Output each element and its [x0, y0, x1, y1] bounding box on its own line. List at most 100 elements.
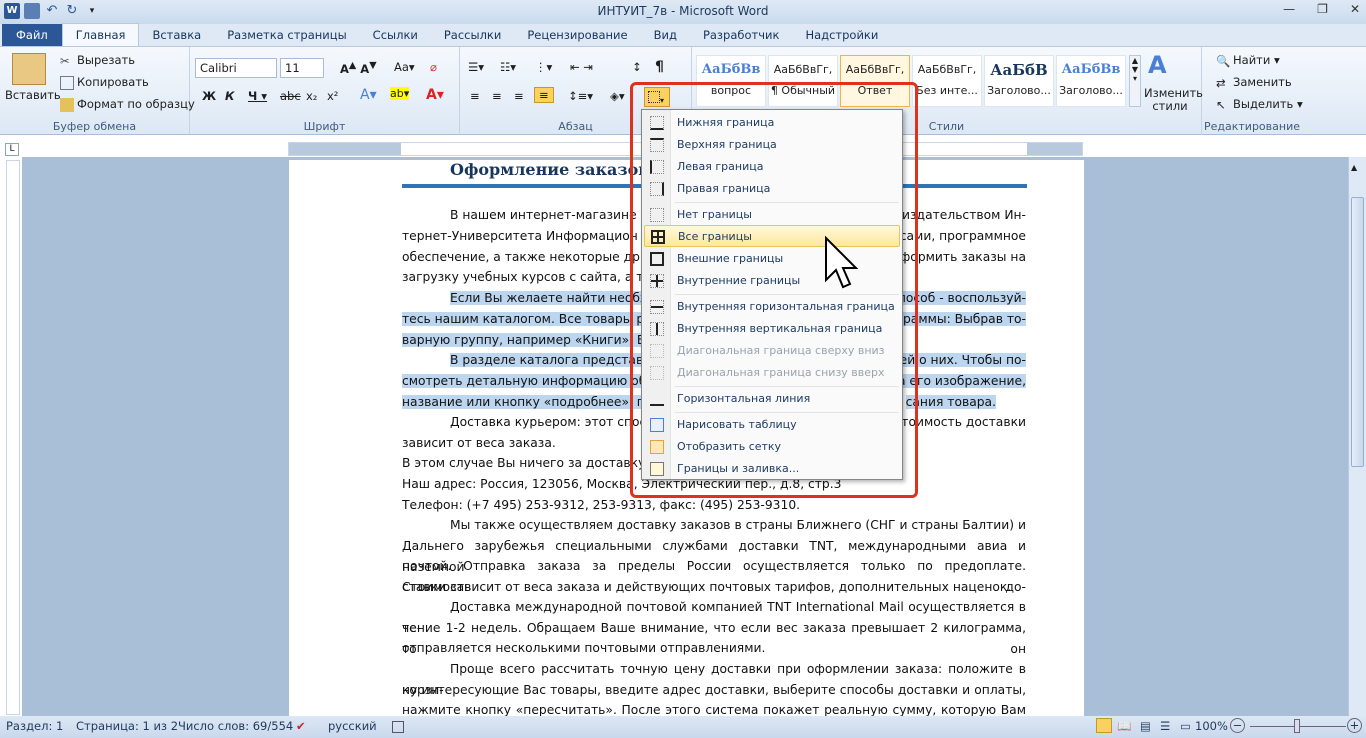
- style-preview: АаБбВвГг,: [773, 63, 833, 76]
- line-spacing-icon[interactable]: ↕≡▾: [568, 89, 593, 103]
- copy-button[interactable]: Копировать: [60, 75, 149, 90]
- numbering-icon[interactable]: ☷▾: [500, 60, 516, 74]
- text-fragment: сами, программное: [899, 229, 1026, 243]
- change-styles-icon[interactable]: A: [1148, 51, 1167, 79]
- paste-icon[interactable]: [12, 53, 46, 85]
- zoom-out-icon[interactable]: −: [1230, 718, 1245, 733]
- restore-icon[interactable]: ❐: [1317, 2, 1328, 16]
- multilevel-list-icon[interactable]: ⋮▾: [535, 60, 552, 74]
- indent-icon[interactable]: ⇤ ⇥: [570, 60, 593, 74]
- bold-icon[interactable]: Ж: [202, 89, 216, 103]
- change-styles-button[interactable]: Изменить стили: [1144, 87, 1203, 113]
- vertical-ruler[interactable]: [6, 160, 20, 715]
- style-name: Без инте...: [916, 84, 978, 97]
- text-effects-icon[interactable]: A▾: [360, 87, 377, 103]
- proofing-icon[interactable]: ✔: [296, 719, 306, 733]
- scroll-up-icon[interactable]: ▲: [1351, 163, 1357, 172]
- style-tile[interactable]: АаБбВвГг, Без инте...: [912, 55, 982, 107]
- page-indicator[interactable]: Страница: 1 из 2: [76, 719, 178, 733]
- language-indicator[interactable]: русский: [328, 719, 377, 733]
- tab-file[interactable]: Файл: [2, 24, 62, 46]
- subscript-icon[interactable]: x₂: [306, 89, 317, 103]
- minimize-icon[interactable]: —: [1283, 2, 1295, 16]
- superscript-icon[interactable]: x²: [327, 89, 338, 103]
- style-name: Заголово...: [1059, 84, 1123, 97]
- tab-addins[interactable]: Надстройки: [792, 24, 891, 46]
- font-size-combo[interactable]: 11: [280, 58, 324, 78]
- justify-icon[interactable]: ≡: [534, 87, 554, 103]
- clear-format-icon[interactable]: ⌀: [430, 60, 437, 74]
- show-marks-icon[interactable]: ¶: [655, 59, 664, 75]
- tab-mailings[interactable]: Рассылки: [431, 24, 514, 46]
- text-fragment: зависит от веса заказа.: [402, 436, 556, 450]
- change-case-icon[interactable]: Aa▾: [394, 60, 415, 74]
- find-button[interactable]: 🔍 Найти ▾: [1216, 53, 1280, 68]
- font-name-combo[interactable]: Calibri: [195, 58, 277, 78]
- window-controls: — ❐ ✕: [1283, 2, 1360, 16]
- vertical-scrollbar[interactable]: ▲: [1348, 157, 1366, 716]
- zoom-level[interactable]: 100%: [1195, 719, 1228, 733]
- text-fragment: Мы также осуществляем доставку заказов в…: [450, 518, 1026, 532]
- styles-scroll[interactable]: ▲ ▼ ▾: [1129, 55, 1141, 107]
- editing-group: 🔍 Найти ▾ ⇄ Заменить ↖ Выделить ▾ Редактиро…: [1202, 47, 1303, 135]
- tab-view[interactable]: Вид: [641, 24, 690, 46]
- shading-icon[interactable]: ◈▾: [610, 89, 625, 103]
- copy-label: Копировать: [77, 75, 149, 89]
- word-count[interactable]: Число слов: 69/554: [178, 719, 293, 733]
- ribbon-tabs: Файл Главная Вставка Разметка страницы С…: [0, 23, 1366, 47]
- text-fragment: Телефон: (+7 495) 253-9312, 253-9313, фа…: [402, 498, 801, 512]
- print-layout-icon[interactable]: [1096, 718, 1112, 733]
- format-painter-button[interactable]: Формат по образцу: [60, 97, 195, 112]
- macro-record-icon[interactable]: [392, 721, 404, 733]
- style-tile[interactable]: АаБбВв Заголово...: [1056, 55, 1126, 107]
- style-tile[interactable]: АаБбВ Заголово...: [984, 55, 1054, 107]
- paste-button[interactable]: Вставить: [5, 88, 61, 102]
- zoom-slider-thumb[interactable]: [1294, 719, 1300, 733]
- tab-page-layout[interactable]: Разметка страницы: [214, 24, 359, 46]
- scissors-icon: ✂: [60, 53, 70, 68]
- text-line: отправляется несколькими почтовыми отпра…: [402, 638, 1026, 659]
- tab-developer[interactable]: Разработчик: [690, 24, 793, 46]
- scroll-thumb[interactable]: [1351, 197, 1364, 467]
- text-fragment: ну интересующие Вас товары, введите адре…: [402, 683, 1026, 697]
- sort-icon[interactable]: ↕: [632, 60, 642, 74]
- copy-icon: [60, 75, 74, 90]
- find-label: Найти: [1233, 53, 1271, 67]
- replace-button[interactable]: ⇄ Заменить: [1216, 75, 1292, 90]
- mouse-cursor-icon: [825, 236, 858, 289]
- font-group: Calibri 11 A▲ A▼ Aa▾ ⌀ Ж К Ч ▾ abc x₂ x²…: [190, 47, 460, 135]
- clipboard-group: Вставить ✂ Вырезать Копировать Формат по …: [0, 47, 195, 135]
- highlight-icon[interactable]: ab▾: [390, 87, 410, 100]
- ruler-margin-left: [289, 143, 401, 155]
- tab-review[interactable]: Рецензирование: [514, 24, 640, 46]
- tab-insert[interactable]: Вставка: [139, 24, 214, 46]
- title-bar: W ↶ ↻ ▾ ИНТУИТ_7в - Microsoft Word — ❐ ✕: [0, 0, 1366, 24]
- zoom-in-icon[interactable]: +: [1347, 718, 1362, 733]
- align-center-icon[interactable]: ≡: [492, 89, 502, 103]
- brush-icon: [60, 97, 74, 112]
- tab-selector-icon[interactable]: L: [5, 143, 19, 156]
- selected-text: сания товара.: [905, 395, 996, 409]
- outline-view-icon[interactable]: ☰: [1160, 719, 1170, 733]
- tab-home[interactable]: Главная: [61, 23, 140, 46]
- full-screen-reading-icon[interactable]: 📖: [1117, 719, 1131, 733]
- select-button[interactable]: ↖ Выделить ▾: [1216, 97, 1303, 112]
- underline-icon[interactable]: Ч ▾: [248, 89, 267, 103]
- section-indicator[interactable]: Раздел: 1: [6, 719, 63, 733]
- cut-button[interactable]: ✂ Вырезать: [60, 53, 135, 68]
- close-icon[interactable]: ✕: [1350, 2, 1360, 16]
- font-color-icon[interactable]: A▾: [426, 87, 444, 103]
- select-label: Выделить: [1233, 97, 1294, 111]
- strikethrough-icon[interactable]: abc: [280, 89, 301, 103]
- text-line: ставки зависит от веса заказа и действую…: [402, 577, 1026, 598]
- web-layout-icon[interactable]: ▤: [1140, 719, 1151, 733]
- grow-font-icon[interactable]: A▲ A▼: [340, 60, 377, 76]
- align-right-icon[interactable]: ≡: [514, 89, 524, 103]
- cut-label: Вырезать: [77, 53, 135, 67]
- align-left-icon[interactable]: ≡: [470, 89, 480, 103]
- tab-references[interactable]: Ссылки: [360, 24, 431, 46]
- draft-view-icon[interactable]: ▭: [1180, 719, 1191, 733]
- italic-icon[interactable]: К: [225, 89, 234, 103]
- bullets-icon[interactable]: ☰▾: [468, 60, 484, 74]
- replace-label: Заменить: [1233, 75, 1292, 89]
